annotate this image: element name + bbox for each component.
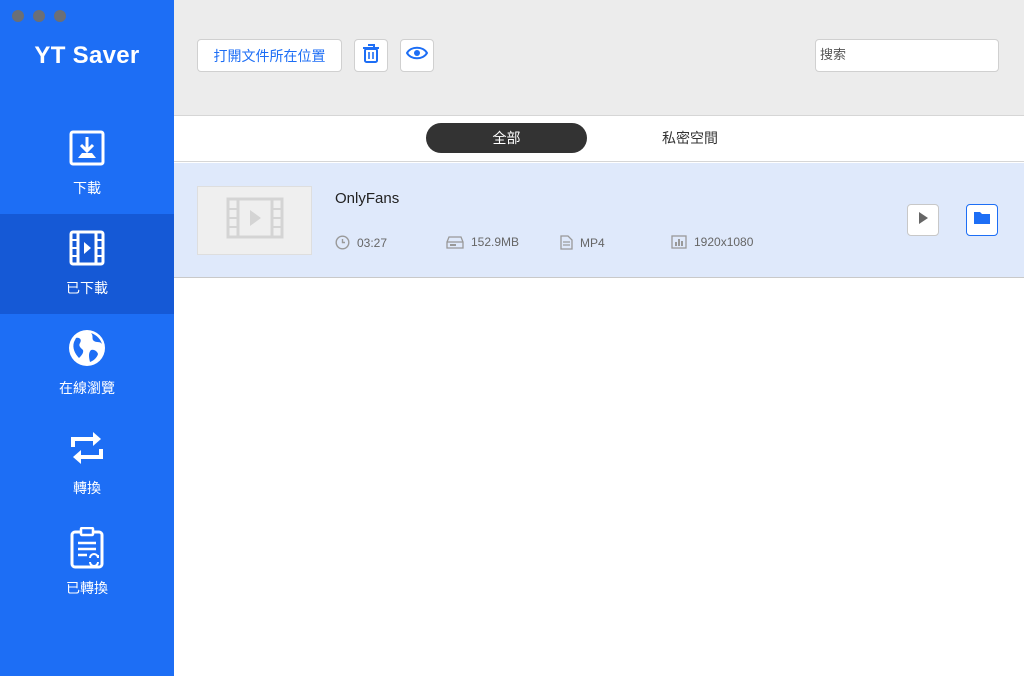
format-meta: MP4 bbox=[560, 235, 605, 250]
file-size-value: 152.9MB bbox=[471, 235, 520, 249]
hard-drive-icon bbox=[446, 235, 464, 249]
trash-icon bbox=[362, 43, 380, 68]
tab-private-space[interactable]: 私密空間 bbox=[614, 123, 766, 153]
preview-button[interactable] bbox=[400, 39, 434, 72]
open-folder-button[interactable] bbox=[966, 204, 998, 236]
sidebar-item-browse[interactable]: 在線瀏覽 bbox=[0, 314, 174, 414]
folder-icon bbox=[974, 211, 990, 229]
minimize-window-button[interactable] bbox=[33, 10, 45, 22]
delete-button[interactable] bbox=[354, 39, 388, 72]
list-item[interactable]: OnlyFans 03:27 152.9MB MP4 1920x1080 bbox=[174, 163, 1024, 278]
globe-icon bbox=[67, 328, 107, 368]
resolution-meta: 1920x1080 bbox=[671, 235, 753, 249]
film-icon bbox=[67, 228, 107, 268]
converted-doc-icon bbox=[67, 527, 107, 569]
search-input[interactable] bbox=[815, 39, 999, 72]
clock-icon bbox=[335, 235, 350, 250]
app-logo-text: YT Saver bbox=[34, 42, 140, 69]
file-icon bbox=[560, 235, 573, 250]
convert-icon bbox=[67, 428, 107, 468]
eye-icon bbox=[405, 46, 429, 65]
open-file-location-button[interactable]: 打開文件所在位置 bbox=[197, 39, 342, 72]
size-meta: 152.9MB bbox=[446, 235, 519, 249]
tab-all[interactable]: 全部 bbox=[426, 123, 587, 153]
play-button[interactable] bbox=[907, 204, 939, 236]
sidebar-item-label: 在線瀏覽 bbox=[59, 381, 115, 397]
format-value: MP4 bbox=[580, 235, 605, 250]
sidebar-item-converted[interactable]: 已轉換 bbox=[0, 514, 174, 614]
bar-chart-icon bbox=[671, 235, 687, 249]
sidebar-item-downloaded[interactable]: 已下載 bbox=[0, 214, 174, 314]
video-title: OnlyFans bbox=[335, 190, 400, 207]
sidebar-nav: 下載 已下載 在線瀏覽 轉換 已轉換 bbox=[0, 114, 174, 614]
downloaded-list: OnlyFans 03:27 152.9MB MP4 1920x1080 bbox=[174, 163, 1024, 676]
zoom-window-button[interactable] bbox=[54, 10, 66, 22]
sidebar-item-label: 轉換 bbox=[73, 481, 101, 497]
download-icon bbox=[67, 128, 107, 168]
sidebar-item-label: 已轉換 bbox=[66, 581, 108, 597]
video-thumbnail bbox=[197, 186, 312, 255]
filter-tabs: 全部 私密空間 bbox=[174, 117, 1024, 162]
close-window-button[interactable] bbox=[12, 10, 24, 22]
resolution-value: 1920x1080 bbox=[694, 235, 754, 249]
video-placeholder-icon bbox=[226, 197, 284, 244]
toolbar: 打開文件所在位置 bbox=[174, 0, 1024, 116]
sidebar-item-label: 下載 bbox=[73, 181, 101, 197]
sidebar: YT Saver 下載 已下載 在線瀏覽 轉換 已轉換 bbox=[0, 0, 174, 676]
duration-meta: 03:27 bbox=[335, 235, 387, 250]
sidebar-item-download[interactable]: 下載 bbox=[0, 114, 174, 214]
window-controls bbox=[12, 10, 66, 22]
play-icon bbox=[918, 211, 928, 229]
sidebar-item-convert[interactable]: 轉換 bbox=[0, 414, 174, 514]
sidebar-item-label: 已下載 bbox=[66, 281, 108, 297]
app-window: YT Saver 下載 已下載 在線瀏覽 轉換 已轉換 打開文件所在位置 搜索 … bbox=[0, 0, 1024, 676]
duration-value: 03:27 bbox=[357, 235, 388, 250]
